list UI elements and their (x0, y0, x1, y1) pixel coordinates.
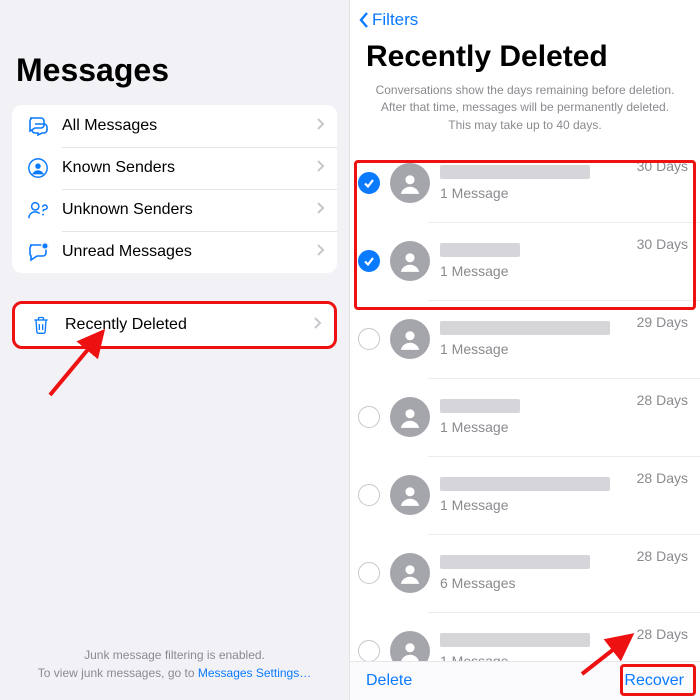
delete-button[interactable]: Delete (366, 672, 412, 690)
days-remaining: 28 Days (637, 470, 688, 486)
avatar (390, 553, 430, 593)
toolbar: Delete Recover (350, 661, 700, 700)
select-radio[interactable] (358, 484, 380, 506)
chevron-right-icon (315, 201, 325, 220)
redacted-name (440, 399, 520, 413)
filter-unknown-senders[interactable]: Unknown Senders (12, 189, 337, 231)
message-count: 1 Message (440, 497, 629, 513)
avatar (390, 475, 430, 515)
person-circle-icon (24, 154, 52, 182)
conversation-row[interactable]: 1 Message 30 Days (350, 144, 700, 222)
chevron-left-icon (358, 11, 370, 29)
message-count: 1 Message (440, 341, 629, 357)
conversation-body: 1 Message (440, 321, 629, 357)
days-remaining: 28 Days (637, 392, 688, 408)
redacted-name (440, 555, 590, 569)
page-title: Messages (0, 0, 349, 105)
select-radio[interactable] (358, 562, 380, 584)
select-radio[interactable] (358, 250, 380, 272)
conversation-row[interactable]: 1 Message 28 Days (350, 378, 700, 456)
conversation-body: 1 Message (440, 633, 629, 661)
avatar (390, 163, 430, 203)
footer-text: Junk message filtering is enabled. (0, 646, 349, 664)
select-radio[interactable] (358, 172, 380, 194)
redacted-name (440, 243, 520, 257)
page-title: Recently Deleted (350, 34, 700, 82)
recently-deleted-highlight: Recently Deleted (12, 301, 337, 349)
select-radio[interactable] (358, 640, 380, 661)
unread-badge-icon (24, 238, 52, 266)
days-remaining: 30 Days (637, 158, 688, 174)
conversation-row[interactable]: 1 Message 28 Days (350, 612, 700, 661)
conversation-row[interactable]: 1 Message 28 Days (350, 456, 700, 534)
days-remaining: 30 Days (637, 236, 688, 252)
message-count: 1 Message (440, 653, 629, 661)
recover-button[interactable]: Recover (624, 672, 684, 690)
redacted-name (440, 477, 610, 491)
days-remaining: 28 Days (637, 626, 688, 642)
messages-settings-link[interactable]: Messages Settings… (198, 666, 311, 680)
filter-label: Recently Deleted (65, 316, 312, 334)
back-button[interactable]: Filters (358, 10, 418, 30)
redacted-name (440, 633, 590, 647)
filter-label: All Messages (62, 117, 315, 135)
chevron-right-icon (315, 159, 325, 178)
speech-bubbles-icon (24, 112, 52, 140)
avatar (390, 241, 430, 281)
footer-text: To view junk messages, go to Messages Se… (0, 664, 349, 682)
avatar (390, 319, 430, 359)
filter-unread-messages[interactable]: Unread Messages (12, 231, 337, 273)
select-radio[interactable] (358, 328, 380, 350)
conversation-body: 1 Message (440, 243, 629, 279)
select-radio[interactable] (358, 406, 380, 428)
trash-icon (27, 311, 55, 339)
conversation-row[interactable]: 6 Messages 28 Days (350, 534, 700, 612)
messages-filter-pane: Messages All Messages Known Senders Un (0, 0, 350, 700)
filter-label: Known Senders (62, 159, 315, 177)
description: Conversations show the days remaining be… (350, 82, 700, 144)
filter-label: Unread Messages (62, 243, 315, 261)
message-count: 1 Message (440, 419, 629, 435)
filters-list: All Messages Known Senders Unknown Sende… (12, 105, 337, 273)
message-count: 1 Message (440, 263, 629, 279)
chevron-right-icon (315, 243, 325, 262)
days-remaining: 28 Days (637, 548, 688, 564)
redacted-name (440, 321, 610, 335)
conversation-list: 1 Message30 Days1 Message30 Days1 Messag… (350, 144, 700, 661)
recently-deleted-pane: Filters Recently Deleted Conversations s… (350, 0, 700, 700)
nav-bar: Filters (350, 0, 700, 34)
avatar (390, 631, 430, 661)
conversation-body: 6 Messages (440, 555, 629, 591)
filter-label: Unknown Senders (62, 201, 315, 219)
avatar (390, 397, 430, 437)
conversation-row[interactable]: 1 Message 30 Days (350, 222, 700, 300)
conversation-body: 1 Message (440, 477, 629, 513)
message-count: 1 Message (440, 185, 629, 201)
conversation-body: 1 Message (440, 165, 629, 201)
person-question-icon (24, 196, 52, 224)
footer-hint: Junk message filtering is enabled. To vi… (0, 646, 349, 682)
redacted-name (440, 165, 590, 179)
back-label: Filters (372, 10, 418, 30)
message-count: 6 Messages (440, 575, 629, 591)
chevron-right-icon (315, 117, 325, 136)
conversation-body: 1 Message (440, 399, 629, 435)
days-remaining: 29 Days (637, 314, 688, 330)
conversation-row[interactable]: 1 Message 29 Days (350, 300, 700, 378)
filter-known-senders[interactable]: Known Senders (12, 147, 337, 189)
filter-recently-deleted[interactable]: Recently Deleted (15, 304, 334, 346)
filter-all-messages[interactable]: All Messages (12, 105, 337, 147)
chevron-right-icon (312, 316, 322, 335)
